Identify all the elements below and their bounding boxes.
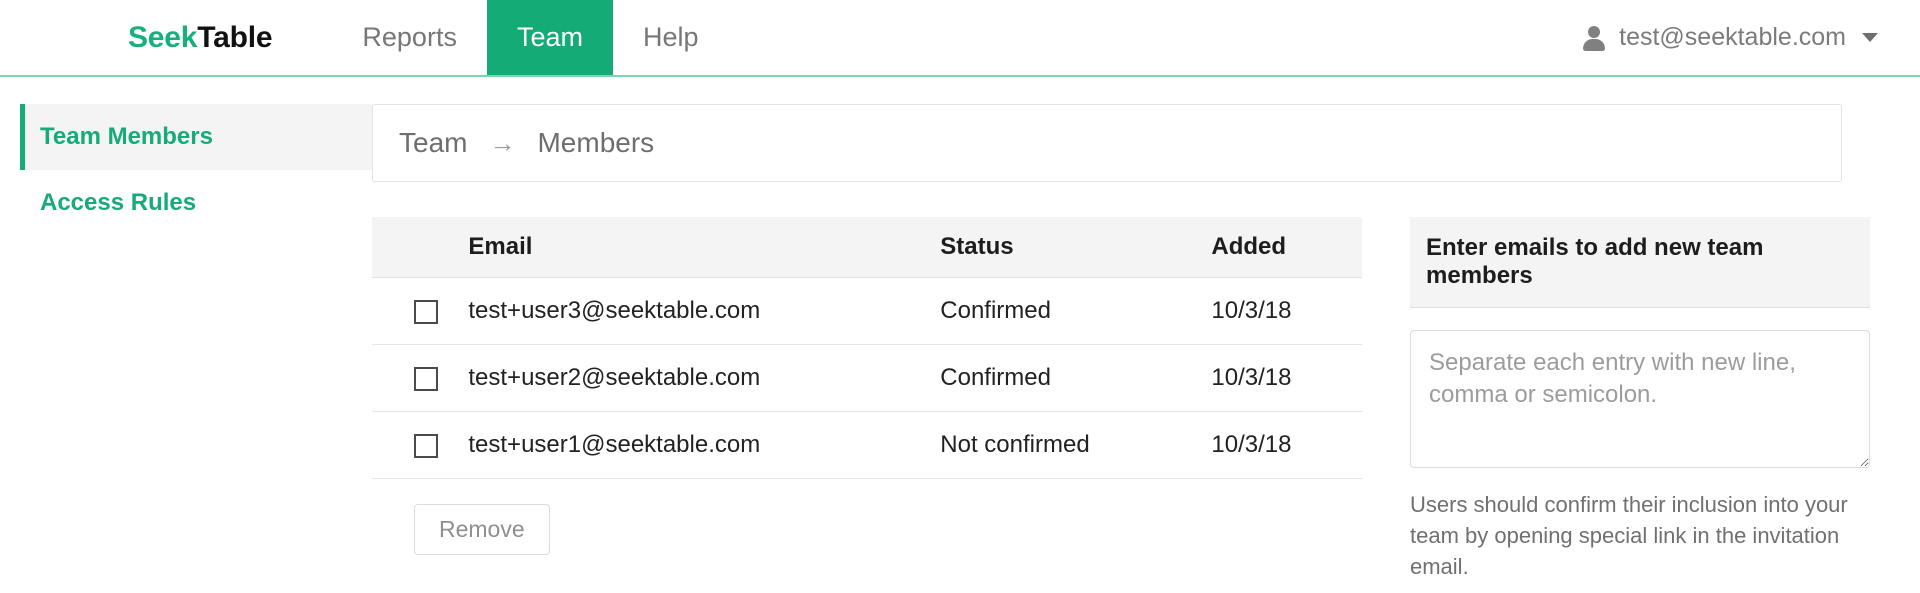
members-table-head: Email Status Added bbox=[372, 217, 1362, 278]
invite-help-text: Users should confirm their inclusion int… bbox=[1410, 492, 1848, 580]
invite-panel-title: Enter emails to add new team members bbox=[1410, 217, 1870, 308]
top-navbar: Seek Table Reports Team Help test@seektab… bbox=[0, 0, 1920, 77]
breadcrumb: Team → Members bbox=[372, 104, 1842, 182]
sidebar: Team Members Access Rules bbox=[0, 104, 372, 236]
brand-logo-table: Table bbox=[197, 20, 273, 54]
page-body: Team Members Access Rules Team → Members… bbox=[0, 77, 1920, 593]
row-added: 10/3/18 bbox=[1211, 344, 1362, 412]
table-row: test+user2@seektable.com Confirmed 10/3/… bbox=[372, 344, 1362, 412]
row-email: test+user1@seektable.com bbox=[468, 411, 941, 479]
sidebar-item-access-rules[interactable]: Access Rules bbox=[20, 170, 372, 236]
members-table: Email Status Added test+user3@seektable.… bbox=[372, 217, 1362, 479]
breadcrumb-arrow-icon: → bbox=[489, 127, 516, 158]
table-header-row: Email Status Added bbox=[372, 217, 1362, 278]
row-checkbox[interactable] bbox=[414, 433, 438, 458]
row-checkbox[interactable] bbox=[414, 366, 438, 391]
main-content: Team → Members Email Status Added test+u… bbox=[372, 104, 1920, 593]
table-row: test+user3@seektable.com Confirmed 10/3/… bbox=[372, 277, 1362, 345]
column-header-select bbox=[372, 217, 469, 278]
nav-item-team[interactable]: Team bbox=[486, 0, 613, 75]
nav-item-reports[interactable]: Reports bbox=[332, 0, 487, 75]
row-select-cell bbox=[372, 277, 469, 345]
column-header-status[interactable]: Status bbox=[940, 217, 1212, 278]
brand-logo[interactable]: Seek Table bbox=[0, 0, 332, 75]
main-nav: Reports Team Help bbox=[332, 0, 728, 75]
row-added: 10/3/18 bbox=[1211, 277, 1362, 345]
sidebar-item-team-members[interactable]: Team Members bbox=[20, 104, 372, 170]
row-email: test+user3@seektable.com bbox=[468, 277, 941, 345]
brand-logo-seek: Seek bbox=[128, 20, 198, 54]
column-header-email[interactable]: Email bbox=[468, 217, 941, 278]
row-checkbox[interactable] bbox=[414, 299, 438, 324]
row-email: test+user2@seektable.com bbox=[468, 344, 941, 412]
breadcrumb-current: Members bbox=[537, 127, 655, 158]
content-row: Email Status Added test+user3@seektable.… bbox=[372, 217, 1880, 593]
column-header-added[interactable]: Added bbox=[1211, 217, 1362, 278]
user-email-label: test@seektable.com bbox=[1619, 23, 1846, 51]
table-actions: Remove bbox=[372, 479, 1362, 555]
members-table-container: Email Status Added test+user3@seektable.… bbox=[372, 217, 1362, 555]
row-status: Confirmed bbox=[940, 277, 1212, 345]
nav-item-help[interactable]: Help bbox=[613, 0, 729, 75]
user-menu[interactable]: test@seektable.com bbox=[1583, 0, 1878, 75]
row-select-cell bbox=[372, 344, 469, 412]
chevron-down-icon bbox=[1862, 33, 1878, 42]
invite-panel: Enter emails to add new team members Use… bbox=[1410, 217, 1870, 593]
remove-button[interactable]: Remove bbox=[414, 504, 550, 555]
table-row: test+user1@seektable.com Not confirmed 1… bbox=[372, 411, 1362, 479]
row-status: Not confirmed bbox=[940, 411, 1212, 479]
user-icon bbox=[1583, 25, 1606, 51]
row-status: Confirmed bbox=[940, 344, 1212, 412]
members-table-body: test+user3@seektable.com Confirmed 10/3/… bbox=[372, 277, 1362, 479]
row-select-cell bbox=[372, 411, 469, 479]
breadcrumb-parent[interactable]: Team bbox=[399, 127, 467, 159]
row-added: 10/3/18 bbox=[1211, 411, 1362, 479]
invite-emails-textarea[interactable] bbox=[1410, 330, 1870, 468]
